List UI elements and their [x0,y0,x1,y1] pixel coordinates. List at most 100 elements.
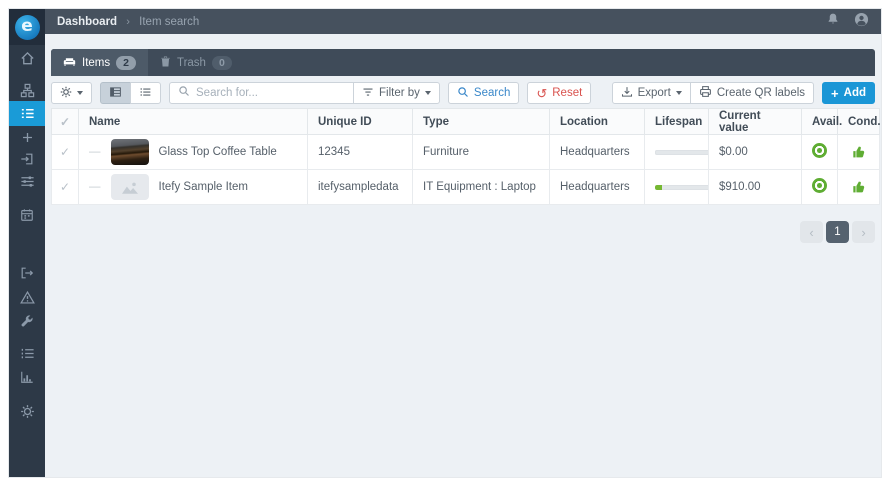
search-icon [178,84,190,102]
search-button[interactable]: Search [447,82,520,104]
export-qr-group: Export Create QR labels [611,82,815,104]
item-lifespan [644,169,713,205]
sidebar-item-calendar[interactable] [9,204,45,226]
expand-dash-icon: — [89,146,101,158]
export-button-label: Export [637,87,671,99]
list-bullets-icon [20,346,35,361]
home-icon [20,51,35,66]
lifespan-bar [655,149,713,155]
row-checkbox[interactable]: ✓ [51,134,79,170]
column-header-name[interactable]: Name [78,108,308,135]
toolbar: Filter by Search ↺ Reset [51,82,875,104]
filter-icon [362,86,374,101]
item-thumbnail-placeholder[interactable] [110,174,149,200]
detail-view-button[interactable] [100,82,131,104]
gear-icon [60,86,72,101]
expand-dash-icon: — [89,181,101,193]
item-type: IT Equipment : Laptop [412,169,550,205]
content: Items 2 Trash 0 Search for... Filter by … [45,34,881,477]
view-toggle-group [100,82,161,104]
trash-icon [160,55,171,70]
column-header-cond[interactable]: Cond. [837,108,881,135]
item-availability [801,134,838,170]
list-icon [20,106,35,121]
search-filter-group: Filter by [169,82,440,104]
calendar-icon [20,208,34,222]
row-checkbox[interactable]: ✓ [51,169,79,205]
app-logo[interactable]: e [9,9,45,45]
sidebar-item-issues[interactable] [9,286,45,308]
sliders-icon [20,174,35,189]
create-qr-labels-button[interactable]: Create QR labels [689,82,815,104]
column-header-unique-id[interactable]: Unique ID [307,108,413,135]
item-unique-id: 12345 [307,134,413,170]
item-location: Headquarters [549,169,645,205]
list-view-button[interactable] [130,82,161,104]
tab-items-label: Items [82,56,111,69]
sidebar-item-home[interactable] [9,47,45,69]
reset-button[interactable]: ↺ Reset [527,82,592,104]
table-row[interactable]: ✓ — Itefy Sample Item itefysampledata IT… [51,169,880,205]
item-name[interactable]: Glass Top Coffee Table [159,146,277,158]
table-row[interactable]: ✓ — Glass Top Coffee Table 12345 Furnitu… [51,134,880,170]
item-name[interactable]: Itefy Sample Item [159,181,248,193]
sidebar-item-reports[interactable] [9,366,45,388]
column-header-current-value[interactable]: Current value [708,108,802,135]
sidebar-item-checkout[interactable] [9,262,45,284]
add-button[interactable]: + Add [822,82,875,104]
sidebar-item-settings[interactable] [9,400,45,422]
item-condition [837,169,880,205]
printer-icon [699,85,712,101]
caret-down-icon [424,91,431,95]
itefy-logo-icon: e [14,14,40,40]
column-header-type[interactable]: Type [412,108,550,135]
warning-icon [19,290,35,305]
sidebar-item-checkin[interactable] [9,148,45,170]
breadcrumb: Dashboard › Item search [57,16,199,28]
undo-icon: ↺ [536,85,548,101]
breadcrumb-separator-icon: › [126,15,130,28]
main-area: Dashboard › Item search Items 2 Trash 0 … [45,9,881,477]
sidebar-item-manage[interactable] [9,170,45,192]
download-icon [621,86,633,101]
item-type: Furniture [412,134,550,170]
sidebar-item-categories[interactable] [9,79,45,101]
column-header-location[interactable]: Location [549,108,645,135]
user-icon[interactable] [854,12,869,32]
bell-icon[interactable] [826,12,840,31]
reset-button-label: Reset [552,87,583,99]
thumbs-up-icon [852,146,866,158]
item-thumbnail[interactable] [110,139,149,165]
item-lifespan [644,134,713,170]
search-button-label: Search [473,87,511,99]
item-current-value: $0.00 [708,134,802,170]
filter-by-button[interactable]: Filter by [353,82,440,104]
search-input[interactable] [196,87,345,99]
add-button-label: Add [843,87,866,99]
create-qr-labels-label: Create QR labels [716,87,806,99]
plus-icon [21,131,34,144]
export-button[interactable]: Export [611,82,691,104]
item-location: Headquarters [549,134,645,170]
column-header-avail[interactable]: Avail. [801,108,842,135]
pagination-prev-button[interactable]: ‹ [800,221,823,243]
tab-trash-label: Trash [176,56,206,69]
select-all-checkbox[interactable]: ✓ [51,108,79,135]
sidebar-item-maintenance[interactable] [9,310,45,332]
item-current-value: $910.00 [708,169,802,205]
column-header-lifespan[interactable]: Lifespan [644,108,709,135]
tab-items[interactable]: Items 2 [51,49,148,76]
table-settings-button[interactable] [51,82,92,104]
breadcrumb-dashboard-link[interactable]: Dashboard [57,16,117,28]
sidebar-item-lists[interactable] [9,342,45,364]
sidebar-item-items[interactable] [9,101,45,126]
tab-trash[interactable]: Trash 0 [148,49,244,76]
search-box [169,82,354,104]
pagination-next-button[interactable]: › [852,221,875,243]
sidebar-item-add[interactable] [9,126,45,148]
search-icon [457,86,469,101]
pagination-page-1-button[interactable]: 1 [826,221,849,243]
caret-down-icon [77,91,83,95]
tab-items-count-badge: 2 [116,55,136,70]
gear-icon [20,404,35,419]
